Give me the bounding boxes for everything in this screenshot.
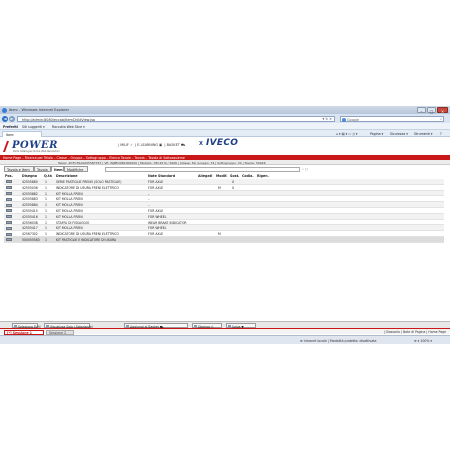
address-bar: ◄ ► http://admin:8080/eccab/ItemChildVie…: [0, 114, 450, 123]
browser-window: Iberc - Windows Internet Explorer – □ × …: [0, 106, 450, 344]
window-title: Iberc - Windows Internet Explorer: [9, 108, 70, 112]
minimize-button[interactable]: –: [417, 107, 426, 114]
vehicle-info: Telaio: ZCFC35A0005587357 | VP: WJBE2981…: [0, 160, 450, 165]
col-pos: Pos.: [5, 174, 13, 178]
part-image-icon[interactable]: [6, 203, 12, 207]
col-descrizione: Descrizione: [56, 174, 78, 178]
tab-modifiche[interactable]: Modifiche: [64, 166, 88, 172]
page-content: POWER Parts Catalogue Online Web Revolut…: [0, 137, 450, 335]
part-image-icon[interactable]: [6, 238, 12, 242]
title-bar: Iberc - Windows Internet Explorer – □ ×: [0, 106, 450, 114]
part-image-icon[interactable]: [6, 232, 12, 236]
part-image-icon[interactable]: [6, 220, 12, 224]
col-disegno: Disegno: [22, 174, 38, 178]
parts-table: 42555880 1 SERIE PASTIGLIE FRENO (SOLO P…: [4, 179, 444, 243]
search-input[interactable]: Google ⌕: [340, 115, 444, 122]
col-rigen: Rigen.: [257, 174, 269, 178]
command-icons[interactable]: ⌂ ▾ ▤ ▾ ▭ ⎙ ▾: [336, 132, 357, 136]
suggested-sites-link[interactable]: Siti suggeriti ▾: [22, 125, 45, 129]
close-button[interactable]: ×: [437, 107, 448, 114]
top-links: | MILIF ✓ | E-LEARNING ▣ | BASKET ⛟: [118, 143, 186, 148]
address-controls[interactable]: ▾ ↻ ✕: [322, 117, 332, 121]
filter-input[interactable]: [105, 166, 300, 172]
part-image-icon[interactable]: [6, 215, 12, 219]
session-2-tab[interactable]: Sessione 2: [46, 329, 74, 335]
part-image-icon[interactable]: [6, 209, 12, 213]
part-image-icon[interactable]: [6, 186, 12, 190]
tab-item[interactable]: Item: [51, 166, 64, 172]
col-qta: Q.tà: [44, 174, 52, 178]
footer-links[interactable]: | Glossario | Note di Pagina | Home Page: [384, 330, 446, 334]
basket-link[interactable]: | BASKET ⛟: [164, 143, 185, 147]
col-modif: Modif.: [216, 174, 228, 178]
web-slice-gallery-link[interactable]: Raccolta Web Slice ▾: [52, 125, 85, 129]
safety-menu[interactable]: Sicurezza ▾: [390, 132, 408, 136]
security-zone: ⊕ Intranet locale | Modalità protetta: d…: [300, 338, 377, 343]
col-codia: Codia.: [242, 174, 254, 178]
col-allegati: Allegati: [198, 174, 213, 178]
iveco-logo: IVECO: [206, 138, 239, 148]
col-note: Note Standard: [148, 174, 176, 178]
favorites-button[interactable]: Preferiti: [3, 125, 18, 129]
milif-link[interactable]: | MILIF ✓: [118, 143, 133, 147]
part-image-icon[interactable]: [6, 197, 12, 201]
close-session-icon[interactable]: X: [199, 141, 203, 147]
tools-menu[interactable]: Strumenti ▾: [414, 132, 432, 136]
forward-icon[interactable]: ►: [9, 115, 15, 122]
zoom-control[interactable]: ⊕ ▾ 100% ▾: [414, 339, 432, 343]
part-image-icon[interactable]: [6, 180, 12, 184]
tab-tavola[interactable]: Tavola: [34, 166, 51, 172]
table-row[interactable]: 500055583 1 KIT PASTIGLIE E INDICATORE D…: [4, 236, 444, 243]
session-1-tab[interactable]: [*] Sessione 1: [4, 329, 44, 335]
ie-icon: [2, 107, 7, 113]
part-image-icon[interactable]: [6, 191, 12, 195]
session-bar: [*] Sessione 1 Sessione 2 | Glossario | …: [0, 328, 450, 335]
tab-bar: Iberc ⌂ ▾ ▤ ▾ ▭ ⎙ ▾ Pagina ▾ Sicurezza ▾…: [0, 130, 450, 137]
back-icon[interactable]: ◄: [2, 115, 8, 122]
search-icon[interactable]: ⌕: [440, 117, 442, 121]
status-bar: ⊕ Intranet locale | Modalità protetta: d…: [0, 335, 450, 344]
col-sost: Sost.: [230, 174, 240, 178]
google-icon: [342, 117, 346, 122]
tab-tavola-item[interactable]: Tavola e Item: [4, 166, 34, 172]
filter-icon[interactable]: ⌕ ▢: [302, 167, 308, 171]
url-input[interactable]: http://admin:8080/eccab/ItemChildView.js…: [17, 115, 335, 122]
favorites-bar: Preferiti Siti suggeriti ▾ Raccolta Web …: [0, 123, 450, 130]
maximize-button[interactable]: □: [427, 107, 436, 114]
action-bar: Seleziona Tutti Visualizza Solo i Selezi…: [0, 321, 450, 329]
page-menu[interactable]: Pagina ▾: [370, 132, 383, 136]
help-icon[interactable]: ?: [440, 132, 442, 136]
part-image-icon[interactable]: [6, 226, 12, 230]
e-learning-link[interactable]: | E-LEARNING ▣: [135, 143, 162, 147]
